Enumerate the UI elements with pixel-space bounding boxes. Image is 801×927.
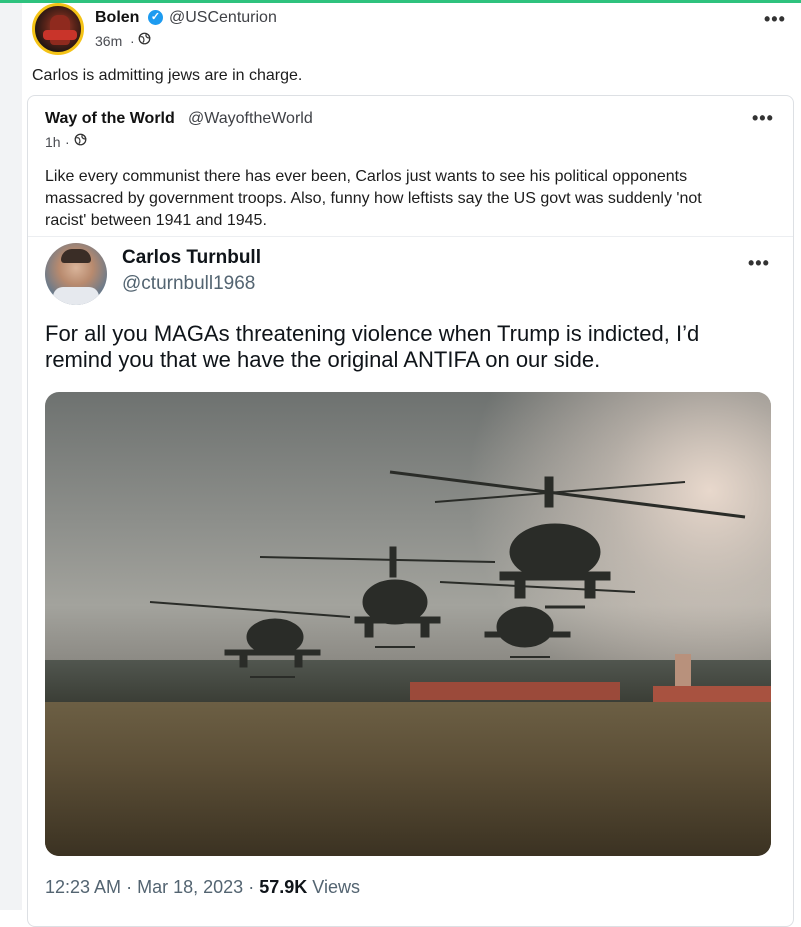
shared-author-name[interactable]: Way of the World: [45, 110, 175, 128]
helicopters-illustration: [149, 470, 746, 678]
avatar[interactable]: [32, 3, 84, 55]
shared-post-card[interactable]: Way of the World @WayoftheWorld 1h · •••…: [27, 95, 794, 927]
tweet-author-handle[interactable]: @cturnbull1968: [122, 273, 255, 295]
views-count[interactable]: 57.9K: [259, 877, 307, 897]
shared-post-time[interactable]: 1h: [45, 134, 61, 150]
tweet-meta: 12:23 AM · Mar 18, 2023 · 57.9K Views: [45, 877, 360, 898]
tweet-time[interactable]: 12:23 AM: [45, 877, 121, 897]
tweet-date[interactable]: Mar 18, 2023: [137, 877, 243, 897]
separator-dot: ·: [65, 134, 70, 150]
separator-dot: ·: [126, 877, 133, 897]
views-label: Views: [312, 877, 360, 897]
globe-icon: [138, 32, 151, 48]
tweet-author-name[interactable]: Carlos Turnbull: [122, 247, 261, 269]
post-menu-icon[interactable]: •••: [764, 10, 786, 28]
post-time[interactable]: 36m: [95, 33, 122, 49]
tweet-text: For all you MAGAs threatening violence w…: [45, 321, 700, 372]
separator-dot: ·: [248, 877, 255, 897]
author-name[interactable]: Bolen: [95, 9, 139, 27]
left-rail: [0, 3, 22, 910]
globe-icon: [74, 133, 87, 149]
post-text: Carlos is admitting jews are in charge.: [32, 67, 303, 84]
tweet-menu-icon[interactable]: •••: [748, 254, 770, 272]
post: Bolen ✓ @USCenturion 36m · ••• Carlos is…: [22, 3, 801, 927]
shared-post-menu-icon[interactable]: •••: [752, 109, 774, 127]
shared-post-text: Like every communist there has ever been…: [45, 168, 702, 229]
verified-badge-icon: ✓: [148, 10, 163, 25]
tweet-image-helicopters[interactable]: [45, 392, 771, 856]
shared-author-handle[interactable]: @WayoftheWorld: [188, 110, 313, 128]
tweet-avatar[interactable]: [45, 243, 107, 305]
author-handle[interactable]: @USCenturion: [169, 9, 277, 27]
embedded-tweet[interactable]: Carlos Turnbull @cturnbull1968 ••• For a…: [28, 236, 793, 926]
separator-dot: ·: [130, 33, 135, 49]
